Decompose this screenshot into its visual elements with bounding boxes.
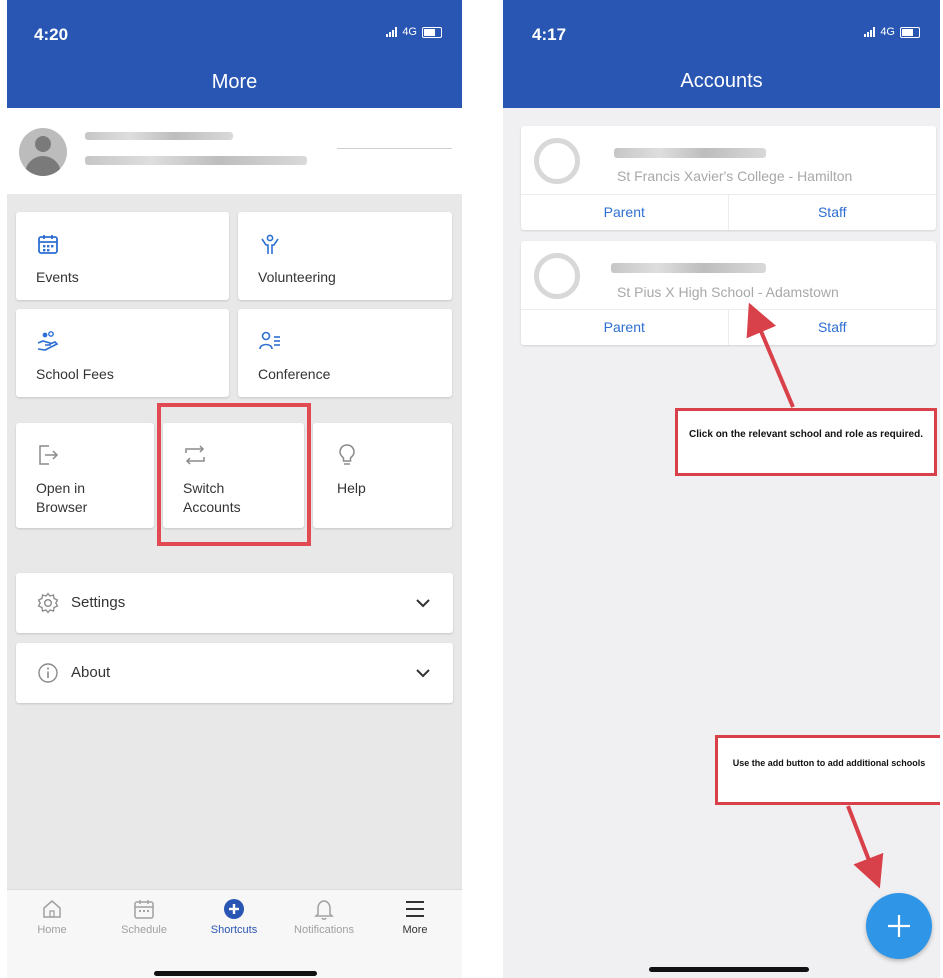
status-bar: 4:17 4G	[503, 0, 940, 56]
redacted-email	[85, 156, 307, 165]
signal-icon	[386, 27, 398, 37]
status-icons: 4G	[864, 26, 920, 38]
calendar-icon	[38, 235, 58, 254]
tab-more-label: More	[402, 924, 428, 936]
profile-header[interactable]	[7, 108, 462, 194]
account-avatar	[534, 253, 580, 299]
home-icon	[43, 900, 61, 918]
events-label: Events	[36, 269, 79, 285]
account-card[interactable]: St Francis Xavier's College - Hamilton P…	[521, 126, 936, 230]
callout-role-instructions: Click on the relevant school and role as…	[675, 408, 937, 476]
arrow-to-add-button	[846, 805, 884, 889]
add-account-button[interactable]	[866, 893, 932, 959]
tab-notifications-label: Notifications	[294, 924, 354, 936]
redacted-account-name	[611, 263, 766, 273]
about-label: About	[71, 664, 111, 681]
tab-notifications[interactable]: Notifications	[284, 898, 364, 936]
tab-home[interactable]: Home	[12, 898, 92, 936]
status-bar: 4:20 4G	[7, 0, 462, 56]
school-fees-label: School Fees	[36, 366, 114, 382]
volunteering-label: Volunteering	[258, 269, 336, 285]
home-indicator	[154, 971, 317, 976]
tab-home-label: Home	[37, 924, 67, 936]
avatar	[19, 128, 67, 176]
parent-role-button[interactable]: Parent	[521, 194, 729, 230]
nav-bar: Accounts	[503, 56, 940, 108]
staff-role-button[interactable]: Staff	[729, 309, 937, 345]
conference-tile[interactable]: Conference	[238, 309, 452, 397]
staff-role-button[interactable]: Staff	[729, 194, 937, 230]
tab-shortcuts-label: Shortcuts	[210, 924, 258, 936]
status-icons: 4G	[386, 26, 442, 38]
account-card[interactable]: St Pius X High School - Adamstown Parent…	[521, 241, 936, 345]
payment-hand-icon	[37, 331, 59, 351]
volunteering-tile[interactable]: Volunteering	[238, 212, 452, 300]
events-tile[interactable]: Events	[16, 212, 229, 300]
settings-row[interactable]: Settings	[16, 573, 453, 633]
redacted-name	[85, 132, 233, 140]
tab-bar: Home Schedule Shortcuts Notifications Mo…	[7, 889, 462, 978]
about-row[interactable]: About	[16, 643, 453, 703]
accounts-screen: 4:17 4G Accounts St Francis Xavier's Col…	[503, 0, 940, 978]
tab-shortcuts[interactable]: Shortcuts	[194, 898, 274, 936]
help-label: Help	[337, 480, 366, 496]
battery-icon	[422, 26, 442, 38]
redacted-account-name	[614, 148, 766, 158]
network-type: 4G	[880, 26, 895, 38]
network-type: 4G	[402, 26, 417, 38]
status-time: 4:17	[532, 25, 567, 44]
page-title: Accounts	[680, 70, 763, 92]
help-tile[interactable]: Help	[313, 423, 452, 528]
plus-icon	[888, 915, 910, 937]
chevron-down-icon[interactable]	[415, 595, 431, 611]
account-school: St Pius X High School - Adamstown	[617, 284, 839, 300]
open-in-browser-tile[interactable]: Open in Browser	[16, 423, 154, 528]
nav-bar: More	[7, 56, 462, 108]
hamburger-menu-icon	[406, 901, 424, 917]
more-screen: 4:20 4G More Events Volunteering School …	[7, 0, 462, 978]
tab-more[interactable]: More	[375, 898, 455, 936]
account-school: St Francis Xavier's College - Hamilton	[617, 168, 853, 184]
gear-icon	[37, 592, 59, 614]
lightbulb-icon	[339, 444, 355, 465]
profile-divider	[337, 148, 452, 149]
callout-add-instructions: Use the add button to add additional sch…	[715, 735, 940, 805]
home-indicator	[649, 967, 809, 972]
open-external-icon	[39, 445, 59, 465]
schedule-icon	[134, 900, 154, 919]
chevron-down-icon[interactable]	[415, 665, 431, 681]
volunteer-hands-icon	[261, 234, 279, 254]
signal-icon	[864, 27, 876, 37]
tab-schedule[interactable]: Schedule	[104, 898, 184, 936]
tab-schedule-label: Schedule	[121, 924, 167, 936]
shortcuts-plus-icon	[224, 899, 244, 919]
settings-label: Settings	[71, 594, 126, 611]
open-in-browser-label: Open in Browser	[36, 480, 88, 515]
bell-icon	[314, 900, 334, 920]
switch-accounts-highlight	[157, 403, 311, 546]
info-icon	[38, 663, 58, 683]
status-time: 4:20	[34, 25, 69, 44]
page-title: More	[211, 71, 258, 93]
parent-role-button[interactable]: Parent	[521, 309, 729, 345]
school-fees-tile[interactable]: School Fees	[16, 309, 229, 397]
conference-label: Conference	[258, 366, 331, 382]
people-list-icon	[259, 331, 280, 350]
battery-icon	[900, 26, 920, 38]
account-avatar	[534, 138, 580, 184]
